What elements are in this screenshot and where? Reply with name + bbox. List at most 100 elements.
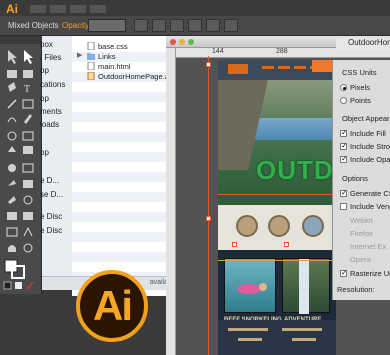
css-units-header: CSS Units (342, 68, 377, 77)
nav-item (262, 66, 274, 69)
disclosure-triangle-icon[interactable]: ▶ (77, 51, 82, 59)
sidebar-item[interactable]: se D... (40, 190, 63, 199)
none-mode-icon (26, 281, 34, 290)
artboard[interactable]: OUTD BEEF SNORKELING ADVENTURE (218, 60, 336, 355)
generate-css-checkbox[interactable]: Generate CS (337, 188, 390, 199)
align-icon[interactable] (134, 19, 148, 32)
arrange-icon[interactable] (170, 19, 184, 32)
compass-icon (236, 215, 258, 237)
workspace-switcher-icon (30, 5, 106, 13)
color-mode-icon (3, 281, 12, 290)
transform-icon[interactable] (152, 19, 166, 32)
artboard-tool-icon (6, 227, 18, 237)
ruler-label: 288 (276, 48, 288, 55)
footer-bar (282, 328, 322, 331)
checkbox-icon[interactable] (340, 188, 348, 197)
eyedropper-icon (8, 196, 16, 204)
badge-icon (268, 215, 290, 237)
tool-icons: T (3, 50, 34, 290)
type-tool-icon: T (24, 84, 30, 95)
app-logo: Ai (6, 2, 18, 16)
footer-bar (228, 328, 268, 331)
sidebar-item[interactable]: op (40, 66, 49, 75)
illustrator-logo: Ai (76, 270, 148, 342)
rasterize-checkbox[interactable]: Rasterize Un (337, 268, 390, 279)
isolate-icon[interactable] (206, 19, 220, 32)
selection-handle[interactable] (206, 216, 211, 221)
selection-handle[interactable] (206, 62, 211, 67)
vertical-ruler (166, 48, 176, 355)
sidebar-item[interactable]: op (40, 94, 49, 103)
firefox-checkbox[interactable]: Firefox (337, 228, 390, 239)
hero-title: OUTD (256, 155, 334, 185)
sidebar-item[interactable]: ments (40, 107, 62, 116)
gradient-tool-icon (23, 180, 33, 188)
perspective-grid-icon (22, 163, 34, 173)
checkbox-icon[interactable] (340, 203, 347, 210)
distribute-icon[interactable] (188, 19, 202, 32)
include-vendor-checkbox[interactable]: Include Venc (337, 201, 390, 212)
include-fill-checkbox[interactable]: Include Fill (337, 128, 390, 139)
checkbox-icon[interactable] (340, 268, 348, 277)
waterfall-figure (299, 259, 309, 314)
checkbox-icon[interactable] (340, 128, 348, 137)
css-properties-panel: CSS Units Pixels Points Object Appeara I… (332, 60, 390, 300)
zoom-icon[interactable] (188, 39, 194, 45)
file-row[interactable]: base.css (72, 41, 174, 51)
hero-image: OUTD (218, 80, 336, 205)
finder-file-list: base.css ▶ Links main.html OutdoorHomePa… (72, 36, 174, 296)
sidebar-item[interactable]: e Disc (40, 226, 62, 235)
sidebar-item[interactable]: e D... (40, 176, 59, 185)
units-pixels-radio[interactable]: Pixels (337, 82, 390, 93)
control-bar: Mixed Objects Opacity: (0, 16, 390, 36)
file-row[interactable]: main.html (72, 61, 174, 71)
globe-icon (302, 215, 324, 237)
waterfall-photo (282, 258, 330, 314)
app-bar: Ai Mixed Objects Opacity: (0, 0, 390, 36)
minimize-icon[interactable] (179, 39, 185, 45)
selection-label: Mixed Objects (8, 21, 59, 30)
sidebar-item[interactable]: op (40, 148, 49, 157)
opacity-label[interactable]: Opacity: (62, 21, 91, 30)
units-points-radio[interactable]: Points (337, 95, 390, 106)
file-row[interactable]: OutdoorHomePage.ai (72, 71, 174, 81)
ie-checkbox[interactable]: Internet Ex (337, 241, 390, 252)
radio-icon[interactable] (340, 84, 347, 91)
options-icon[interactable] (224, 19, 238, 32)
pen-tool-icon (8, 82, 16, 92)
selection-handle[interactable] (232, 242, 237, 247)
lasso-icon (23, 70, 33, 78)
panel-tab[interactable]: OutdoorHome (336, 38, 390, 50)
finder-sidebar: box / Files op cations op ments loads op… (40, 36, 72, 276)
sidebar-item[interactable]: e Disc (40, 212, 62, 221)
sidebar-item[interactable]: loads (40, 120, 59, 129)
slice-tool-icon (23, 226, 33, 237)
opacity-field[interactable] (88, 19, 126, 32)
snorkel-photo (224, 258, 276, 313)
folder-icon (87, 53, 95, 60)
graph-tool-icon (23, 212, 33, 220)
sidebar-item[interactable]: / Files (40, 53, 61, 62)
html-file-icon (87, 62, 95, 70)
file-row[interactable]: ▶ Links (72, 51, 174, 61)
nav-item (294, 66, 306, 69)
include-stroke-checkbox[interactable]: Include Stro (337, 141, 390, 152)
radio-icon[interactable] (340, 97, 347, 104)
opera-checkbox[interactable]: Opera (337, 254, 390, 265)
checkbox-icon[interactable] (340, 154, 348, 163)
close-icon[interactable] (170, 39, 176, 45)
free-transform-icon (23, 146, 33, 154)
checkbox-icon[interactable] (340, 141, 348, 150)
selection-handle[interactable] (284, 242, 289, 247)
selection-tool-icon (8, 50, 17, 64)
webkit-checkbox[interactable]: Webkit (337, 215, 390, 226)
sidebar-item[interactable]: box (40, 40, 53, 49)
sidebar-item[interactable]: cations (40, 80, 65, 89)
line-tool-icon (7, 99, 17, 109)
magic-wand-icon (7, 70, 17, 78)
selection-edge (218, 260, 336, 261)
include-opacity-checkbox[interactable]: Include Opa (337, 154, 390, 165)
gradient-mode-icon (15, 282, 22, 289)
tools-panel: T (0, 44, 42, 294)
ai-file-icon (87, 72, 95, 80)
